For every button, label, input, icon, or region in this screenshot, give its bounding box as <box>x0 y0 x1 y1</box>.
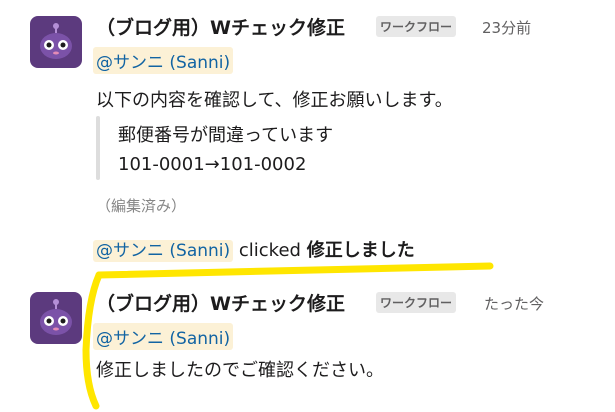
highlight-annotation <box>82 262 494 410</box>
